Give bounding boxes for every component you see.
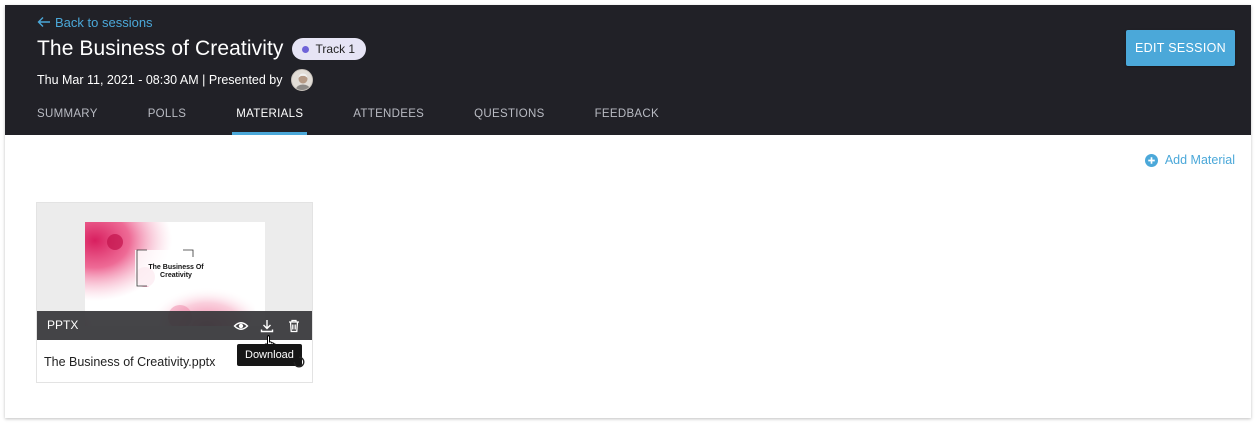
tab-feedback[interactable]: FEEDBACK [595, 103, 659, 135]
file-name: The Business of Creativity.pptx [44, 355, 216, 369]
session-header: Back to sessions The Business of Creativ… [5, 5, 1251, 135]
tab-polls[interactable]: POLLS [148, 103, 187, 135]
track-label: Track 1 [315, 42, 356, 56]
material-thumbnail[interactable]: The Business Of Creativity PPTX [37, 203, 312, 340]
session-title: The Business of Creativity [37, 37, 284, 60]
session-datetime-presenter: Thu Mar 11, 2021 - 08:30 AM | Presented … [37, 73, 283, 87]
track-badge: Track 1 [291, 38, 367, 60]
tab-attendees[interactable]: ATTENDEES [353, 103, 424, 135]
file-type-label: PPTX [47, 318, 79, 332]
edit-session-button[interactable]: EDIT SESSION [1126, 30, 1235, 66]
back-link-label: Back to sessions [55, 14, 153, 30]
trash-icon[interactable] [286, 318, 302, 334]
plus-circle-icon [1144, 153, 1158, 167]
material-card: The Business Of Creativity PPTX Download… [36, 202, 313, 383]
slide-title-text: The Business Of Creativity [148, 264, 204, 279]
arrow-left-icon [37, 16, 51, 28]
back-to-sessions-link[interactable]: Back to sessions [37, 13, 153, 31]
more-options-icon[interactable] [293, 356, 305, 368]
session-page: Back to sessions The Business of Creativ… [5, 5, 1251, 418]
tab-questions[interactable]: QUESTIONS [474, 103, 544, 135]
tab-summary[interactable]: SUMMARY [37, 103, 98, 135]
presenter-avatar[interactable] [290, 69, 313, 91]
session-meta: Thu Mar 11, 2021 - 08:30 AM | Presented … [37, 68, 313, 92]
eye-icon[interactable] [233, 318, 249, 334]
track-dot-icon [301, 45, 309, 53]
download-icon[interactable] [259, 318, 275, 334]
add-material-button[interactable]: Add Material [1144, 152, 1235, 168]
tab-materials[interactable]: MATERIALS [232, 103, 308, 135]
session-tabs: SUMMARY POLLS MATERIALS ATTENDEES QUESTI… [37, 103, 659, 135]
title-row: The Business of Creativity Track 1 [37, 35, 367, 63]
add-material-label: Add Material [1164, 153, 1235, 167]
